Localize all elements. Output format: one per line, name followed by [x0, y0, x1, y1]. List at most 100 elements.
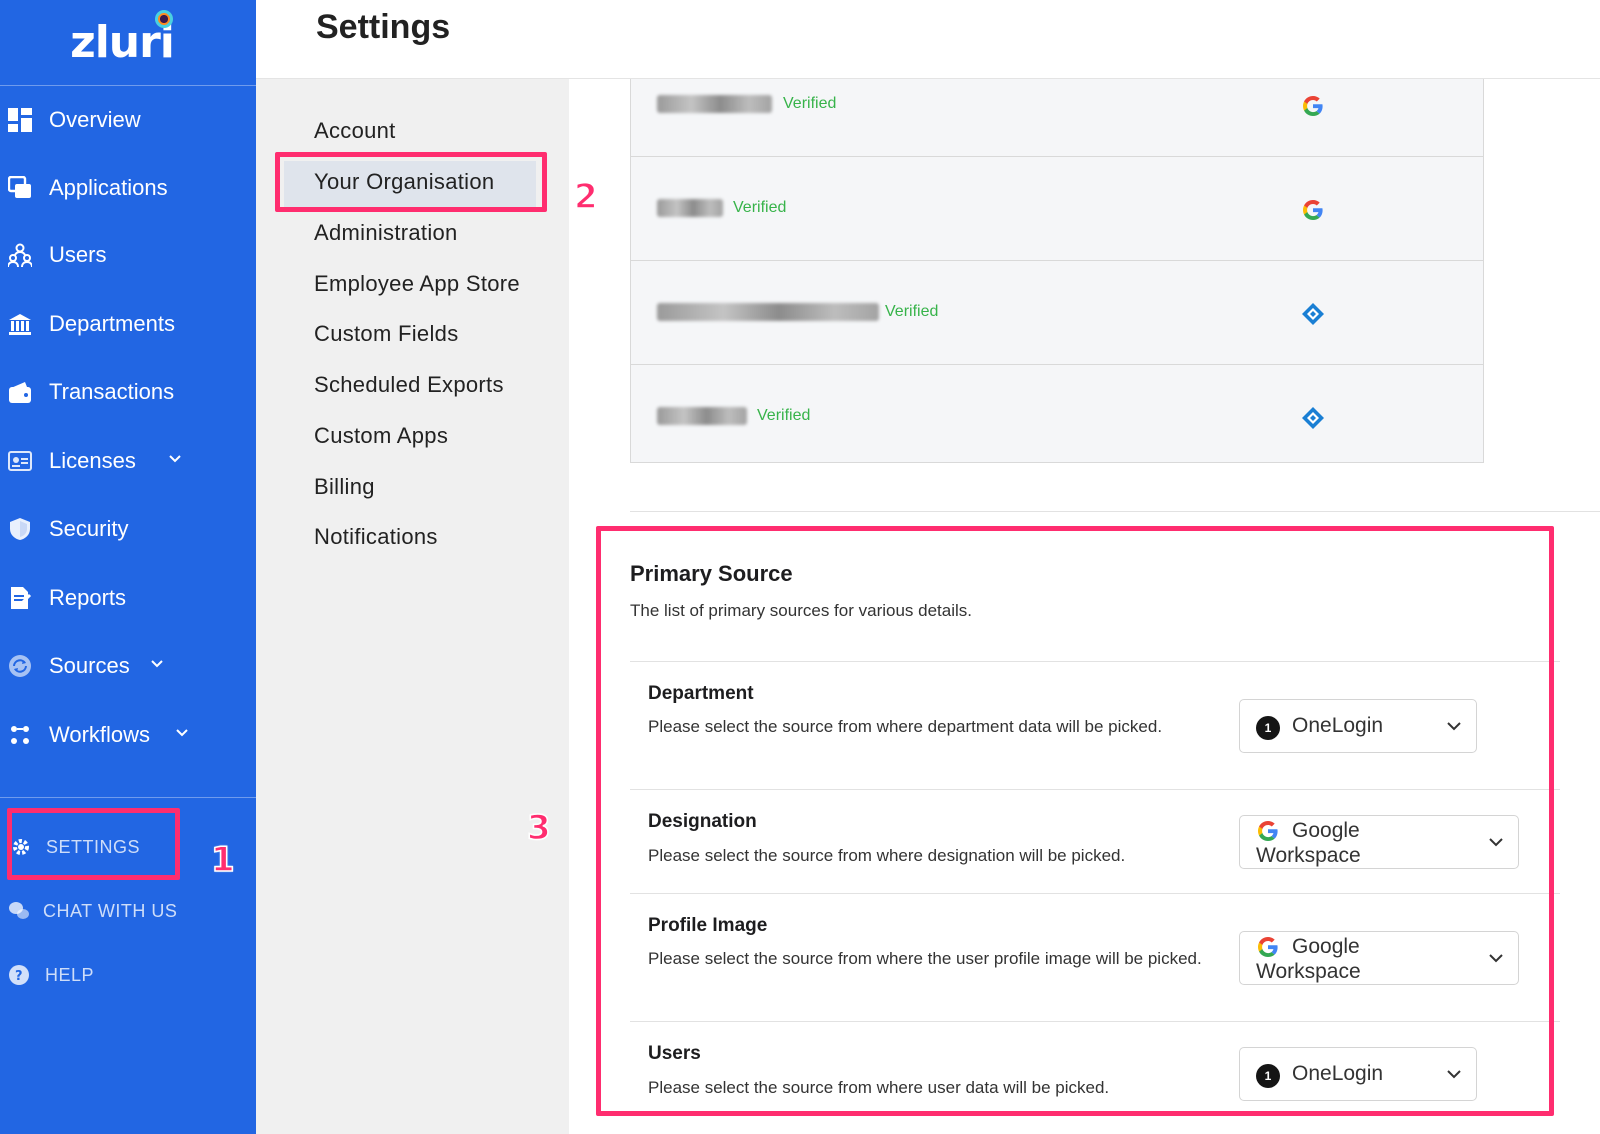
help-icon: ? — [8, 964, 30, 986]
settings-menu-billing[interactable]: Billing — [314, 474, 375, 500]
row-divider — [630, 893, 1560, 894]
sidebar-item-label: Overview — [49, 107, 141, 132]
settings-menu-employee-app-store[interactable]: Employee App Store — [314, 271, 520, 297]
chevron-down-icon — [1447, 1070, 1461, 1079]
page-title: Settings — [316, 8, 451, 46]
designation-source-select[interactable]: Google Workspace — [1239, 815, 1519, 869]
sidebar-bottom-label: SETTINGS — [46, 836, 141, 857]
blurred-domain-name — [657, 199, 723, 217]
blurred-domain-name — [657, 303, 879, 321]
row-divider — [630, 789, 1560, 790]
verified-status: Verified — [885, 303, 939, 320]
row-divider — [630, 1021, 1560, 1022]
selected-source: OneLogin — [1292, 1062, 1384, 1085]
selected-source: Google Workspace — [1256, 819, 1361, 867]
sources-icon — [8, 654, 32, 678]
step-number-3: 3 — [526, 807, 551, 849]
shield-icon — [8, 517, 32, 541]
row-divider — [630, 661, 1560, 662]
google-icon — [1303, 200, 1323, 220]
building-icon — [8, 312, 32, 336]
settings-menu-custom-fields[interactable]: Custom Fields — [314, 321, 459, 347]
chevron-down-icon[interactable] — [168, 452, 182, 471]
chevron-down-icon[interactable] — [175, 726, 189, 745]
chevron-down-icon[interactable] — [150, 657, 164, 676]
domains-table: Verified Verified Verified Verified — [630, 79, 1484, 463]
sidebar-bottom-label: HELP — [45, 964, 95, 985]
section-divider — [630, 511, 1600, 512]
svg-text:?: ? — [15, 969, 23, 984]
sidebar-item-departments[interactable]: Departments — [0, 304, 256, 344]
sidebar-item-security[interactable]: Security — [0, 509, 256, 549]
sidebar-item-workflows[interactable]: Workflows — [0, 715, 256, 755]
chevron-down-icon — [1489, 954, 1503, 963]
department-source-select[interactable]: 1 OneLogin — [1239, 699, 1477, 753]
settings-menu-account[interactable]: Account — [314, 118, 396, 144]
chevron-down-icon — [1447, 722, 1461, 731]
domain-row: Verified — [631, 157, 1483, 261]
verified-status: Verified — [783, 95, 837, 112]
primary-source-description: The list of primary sources for various … — [630, 601, 973, 620]
domain-row: Verified — [631, 53, 1483, 157]
sidebar-chat-link[interactable]: CHAT WITH US — [0, 891, 256, 931]
profile-image-help-text: Please select the source from where the … — [648, 949, 1202, 968]
step-number-1: 1 — [210, 839, 235, 881]
verified-status: Verified — [757, 407, 811, 424]
sidebar-item-transactions[interactable]: Transactions — [0, 372, 256, 412]
settings-menu-your-organisation[interactable]: Your Organisation — [314, 169, 494, 195]
settings-menu-notifications[interactable]: Notifications — [314, 524, 438, 550]
sidebar-item-overview[interactable]: Overview — [0, 100, 256, 140]
sidebar-item-sources[interactable]: Sources — [0, 646, 256, 686]
domain-row: Verified — [631, 261, 1483, 365]
sidebar-item-label: Reports — [49, 585, 127, 610]
sidebar-bottom-label: CHAT WITH US — [43, 900, 178, 921]
google-icon — [1303, 96, 1323, 116]
sidebar-help-link[interactable]: ? HELP — [0, 955, 256, 995]
sidebar-item-label: Departments — [49, 311, 175, 336]
selected-source: Google Workspace — [1256, 935, 1361, 983]
gear-icon — [10, 836, 32, 858]
blurred-domain-name — [657, 407, 747, 425]
sidebar-item-label: Transactions — [49, 379, 175, 404]
sidebar-item-reports[interactable]: Reports — [0, 578, 256, 618]
sidebar-item-label: Users — [49, 242, 107, 267]
profile-image-label: Profile Image — [648, 915, 768, 936]
users-source-select[interactable]: 1 OneLogin — [1239, 1047, 1477, 1101]
users-icon — [8, 243, 32, 267]
sidebar-item-users[interactable]: Users — [0, 235, 256, 275]
sidebar-item-licenses[interactable]: Licenses — [0, 441, 256, 481]
designation-help-text: Please select the source from where desi… — [648, 846, 1126, 865]
settings-menu-custom-apps[interactable]: Custom Apps — [314, 423, 448, 449]
verified-status: Verified — [733, 199, 787, 216]
sidebar-item-label: Licenses — [49, 448, 136, 473]
chat-icon — [8, 900, 30, 922]
sidebar-item-label: Workflows — [49, 722, 151, 747]
sidebar-item-label: Sources — [49, 653, 130, 678]
blurred-domain-name — [657, 95, 772, 113]
onelogin-icon: 1 — [1256, 716, 1280, 740]
dashboard-icon — [8, 108, 32, 132]
selected-source: OneLogin — [1292, 714, 1384, 737]
department-help-text: Please select the source from where depa… — [648, 717, 1163, 736]
profile-image-source-select[interactable]: Google Workspace — [1239, 931, 1519, 985]
applications-icon — [8, 176, 32, 200]
sidebar: zluri Overview Applications Users Depart… — [0, 0, 256, 1134]
chevron-down-icon — [1489, 838, 1503, 847]
settings-submenu: Account Your Organisation Administration… — [256, 79, 569, 1134]
license-card-icon — [8, 449, 32, 473]
step-number-2: 2 — [573, 176, 598, 218]
primary-source-title: Primary Source — [630, 561, 793, 586]
sidebar-item-applications[interactable]: Applications — [0, 168, 256, 208]
onelogin-diamond-icon — [1302, 303, 1324, 325]
sidebar-item-label: Security — [49, 516, 129, 541]
settings-menu-administration[interactable]: Administration — [314, 220, 458, 246]
workflow-icon — [8, 723, 32, 747]
settings-menu-scheduled-exports[interactable]: Scheduled Exports — [314, 372, 504, 398]
wallet-icon — [8, 380, 32, 404]
sidebar-item-label: Applications — [49, 175, 168, 200]
logo-dot-icon — [155, 10, 173, 28]
onelogin-diamond-icon — [1302, 407, 1324, 429]
onelogin-icon: 1 — [1256, 1064, 1280, 1088]
users-help-text: Please select the source from where user… — [648, 1078, 1110, 1097]
zluri-logo[interactable]: zluri — [0, 0, 256, 86]
